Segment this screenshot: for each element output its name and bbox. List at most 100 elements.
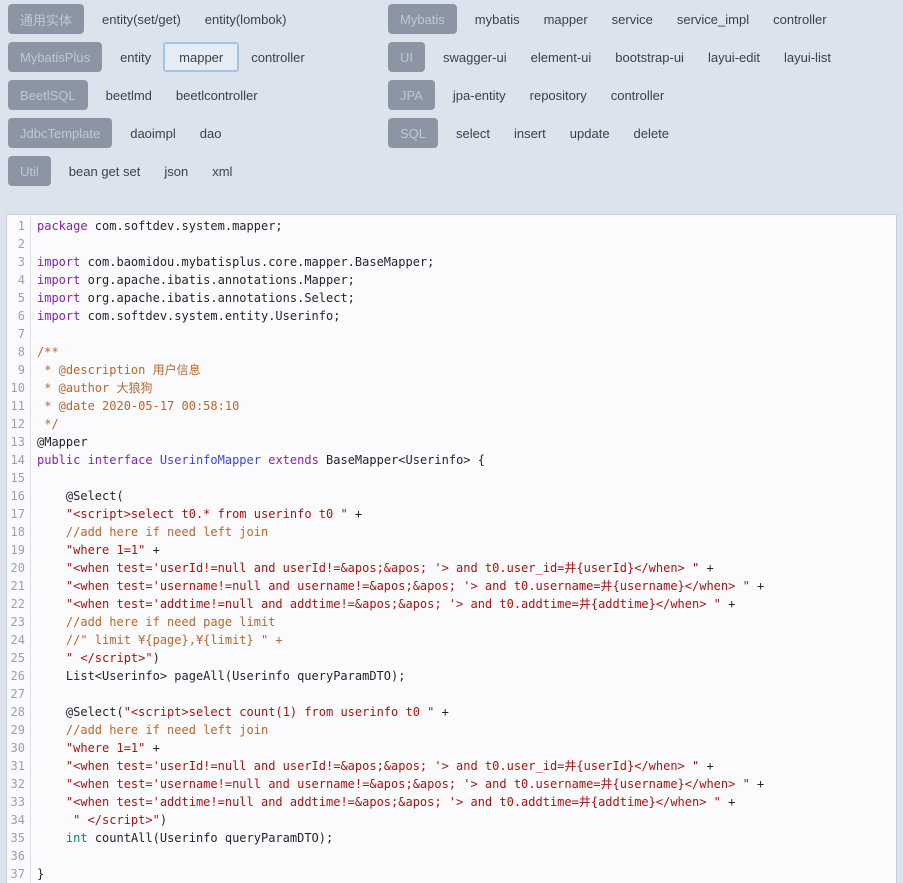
code-line-content — [31, 469, 37, 487]
line-number: 2 — [7, 235, 31, 253]
group-label-jdbctemplate[interactable]: JdbcTemplate — [8, 118, 112, 148]
code-line-content — [31, 685, 37, 703]
tag-item-entity[interactable]: entity — [108, 42, 163, 72]
code-line: 14public interface UserinfoMapper extend… — [7, 451, 896, 469]
tag-group-row: JPAjpa-entityrepositorycontroller — [388, 80, 895, 110]
toolbar-right-column: Mybatismybatismapperserviceservice_implc… — [388, 4, 895, 194]
tag-item-mybatis[interactable]: mybatis — [463, 4, 532, 34]
tag-item-delete[interactable]: delete — [622, 118, 681, 148]
code-line-content: * @description 用户信息 — [31, 361, 201, 379]
tag-item-update[interactable]: update — [558, 118, 622, 148]
tag-item-beetlcontroller[interactable]: beetlcontroller — [164, 80, 270, 110]
code-line-content: //add here if need left join — [31, 523, 268, 541]
line-number: 4 — [7, 271, 31, 289]
tag-item-bootstrap-ui[interactable]: bootstrap-ui — [603, 42, 696, 72]
tag-item-select[interactable]: select — [444, 118, 502, 148]
line-number: 3 — [7, 253, 31, 271]
code-line: 35 int countAll(Userinfo queryParamDTO); — [7, 829, 896, 847]
code-line-content: "<when test='userId!=null and userId!=&a… — [31, 559, 714, 577]
code-line: 5import org.apache.ibatis.annotations.Se… — [7, 289, 896, 307]
line-number: 11 — [7, 397, 31, 415]
tag-item-swagger-ui[interactable]: swagger-ui — [431, 42, 519, 72]
code-line-content: */ — [31, 415, 59, 433]
code-line: 7 — [7, 325, 896, 343]
line-number: 30 — [7, 739, 31, 757]
code-line: 19 "where 1=1" + — [7, 541, 896, 559]
line-number: 24 — [7, 631, 31, 649]
line-number: 34 — [7, 811, 31, 829]
code-line-content: package com.softdev.system.mapper; — [31, 217, 283, 235]
code-line: 10 * @author 大狼狗 — [7, 379, 896, 397]
tag-item-controller[interactable]: controller — [239, 42, 316, 72]
line-number: 7 — [7, 325, 31, 343]
code-line-content: import com.softdev.system.entity.Userinf… — [31, 307, 340, 325]
code-line: 28 @Select("<script>select count(1) from… — [7, 703, 896, 721]
tag-item-insert[interactable]: insert — [502, 118, 558, 148]
code-line-content: " </script>") — [31, 649, 160, 667]
tag-item-daoimpl[interactable]: daoimpl — [118, 118, 188, 148]
tag-item-repository[interactable]: repository — [518, 80, 599, 110]
code-line: 20 "<when test='userId!=null and userId!… — [7, 559, 896, 577]
code-line-content: import org.apache.ibatis.annotations.Sel… — [31, 289, 355, 307]
line-number: 17 — [7, 505, 31, 523]
tag-item-controller[interactable]: controller — [599, 80, 676, 110]
code-line: 15 — [7, 469, 896, 487]
tag-group-row: JdbcTemplatedaoimpldao — [8, 118, 388, 148]
line-number: 22 — [7, 595, 31, 613]
tag-item-controller[interactable]: controller — [761, 4, 838, 34]
tag-group-row: Mybatismybatismapperserviceservice_implc… — [388, 4, 895, 34]
group-label-ui[interactable]: UI — [388, 42, 425, 72]
tag-item-mapper[interactable]: mapper — [532, 4, 600, 34]
line-number: 23 — [7, 613, 31, 631]
code-line: 18 //add here if need left join — [7, 523, 896, 541]
code-line-content: * @author 大狼狗 — [31, 379, 152, 397]
tag-item-service[interactable]: service — [600, 4, 665, 34]
tag-item-bean-get-set[interactable]: bean get set — [57, 156, 153, 186]
code-line-content: " </script>") — [31, 811, 167, 829]
toolbar-left-column: 通用实体entity(set/get)entity(lombok) Mybatis… — [8, 4, 388, 194]
line-number: 15 — [7, 469, 31, 487]
tag-item-layui-list[interactable]: layui-list — [772, 42, 843, 72]
tag-group-row: UIswagger-uielement-uibootstrap-uilayui-… — [388, 42, 895, 72]
line-number: 13 — [7, 433, 31, 451]
tag-item-json[interactable]: json — [152, 156, 200, 186]
group-label-mybatis[interactable]: Mybatis — [388, 4, 457, 34]
code-line: 32 "<when test='username!=null and usern… — [7, 775, 896, 793]
tag-item-beetlmd[interactable]: beetlmd — [94, 80, 164, 110]
tag-item-service-impl[interactable]: service_impl — [665, 4, 761, 34]
tag-item-dao[interactable]: dao — [188, 118, 234, 148]
line-number: 36 — [7, 847, 31, 865]
group-label-sql[interactable]: SQL — [388, 118, 438, 148]
line-number: 29 — [7, 721, 31, 739]
group-label-util[interactable]: Util — [8, 156, 51, 186]
group-label-beetlsql[interactable]: BeetlSQL — [8, 80, 88, 110]
tag-item-xml[interactable]: xml — [200, 156, 244, 186]
group-label-left_groups-0[interactable]: 通用实体 — [8, 4, 84, 34]
tag-group-row: Utilbean get setjsonxml — [8, 156, 388, 186]
tag-group-row: MybatisPlusentitymappercontroller — [8, 42, 388, 72]
tag-item-layui-edit[interactable]: layui-edit — [696, 42, 772, 72]
code-line-content: "<when test='username!=null and username… — [31, 577, 764, 595]
code-line: 12 */ — [7, 415, 896, 433]
code-line-content: @Mapper — [31, 433, 88, 451]
code-line: 3import com.baomidou.mybatisplus.core.ma… — [7, 253, 896, 271]
code-line: 26 List<Userinfo> pageAll(Userinfo query… — [7, 667, 896, 685]
tag-item-entity-lombok[interactable]: entity(lombok) — [193, 4, 299, 34]
tag-item-entity-set-get[interactable]: entity(set/get) — [90, 4, 193, 34]
code-line-content: @Select("<script>select count(1) from us… — [31, 703, 449, 721]
code-line: 1package com.softdev.system.mapper; — [7, 217, 896, 235]
code-line: 29 //add here if need left join — [7, 721, 896, 739]
code-line: 11 * @date 2020-05-17 00:58:10 — [7, 397, 896, 415]
tag-item-mapper[interactable]: mapper — [163, 42, 239, 72]
group-label-jpa[interactable]: JPA — [388, 80, 435, 110]
code-line-content: //add here if need page limit — [31, 613, 275, 631]
tag-item-jpa-entity[interactable]: jpa-entity — [441, 80, 518, 110]
code-line: 9 * @description 用户信息 — [7, 361, 896, 379]
group-label-mybatisplus[interactable]: MybatisPlus — [8, 42, 102, 72]
line-number: 9 — [7, 361, 31, 379]
code-line-content — [31, 325, 37, 343]
tag-item-element-ui[interactable]: element-ui — [519, 42, 604, 72]
line-number: 6 — [7, 307, 31, 325]
code-line-content: public interface UserinfoMapper extends … — [31, 451, 485, 469]
code-line-content: import com.baomidou.mybatisplus.core.map… — [31, 253, 434, 271]
